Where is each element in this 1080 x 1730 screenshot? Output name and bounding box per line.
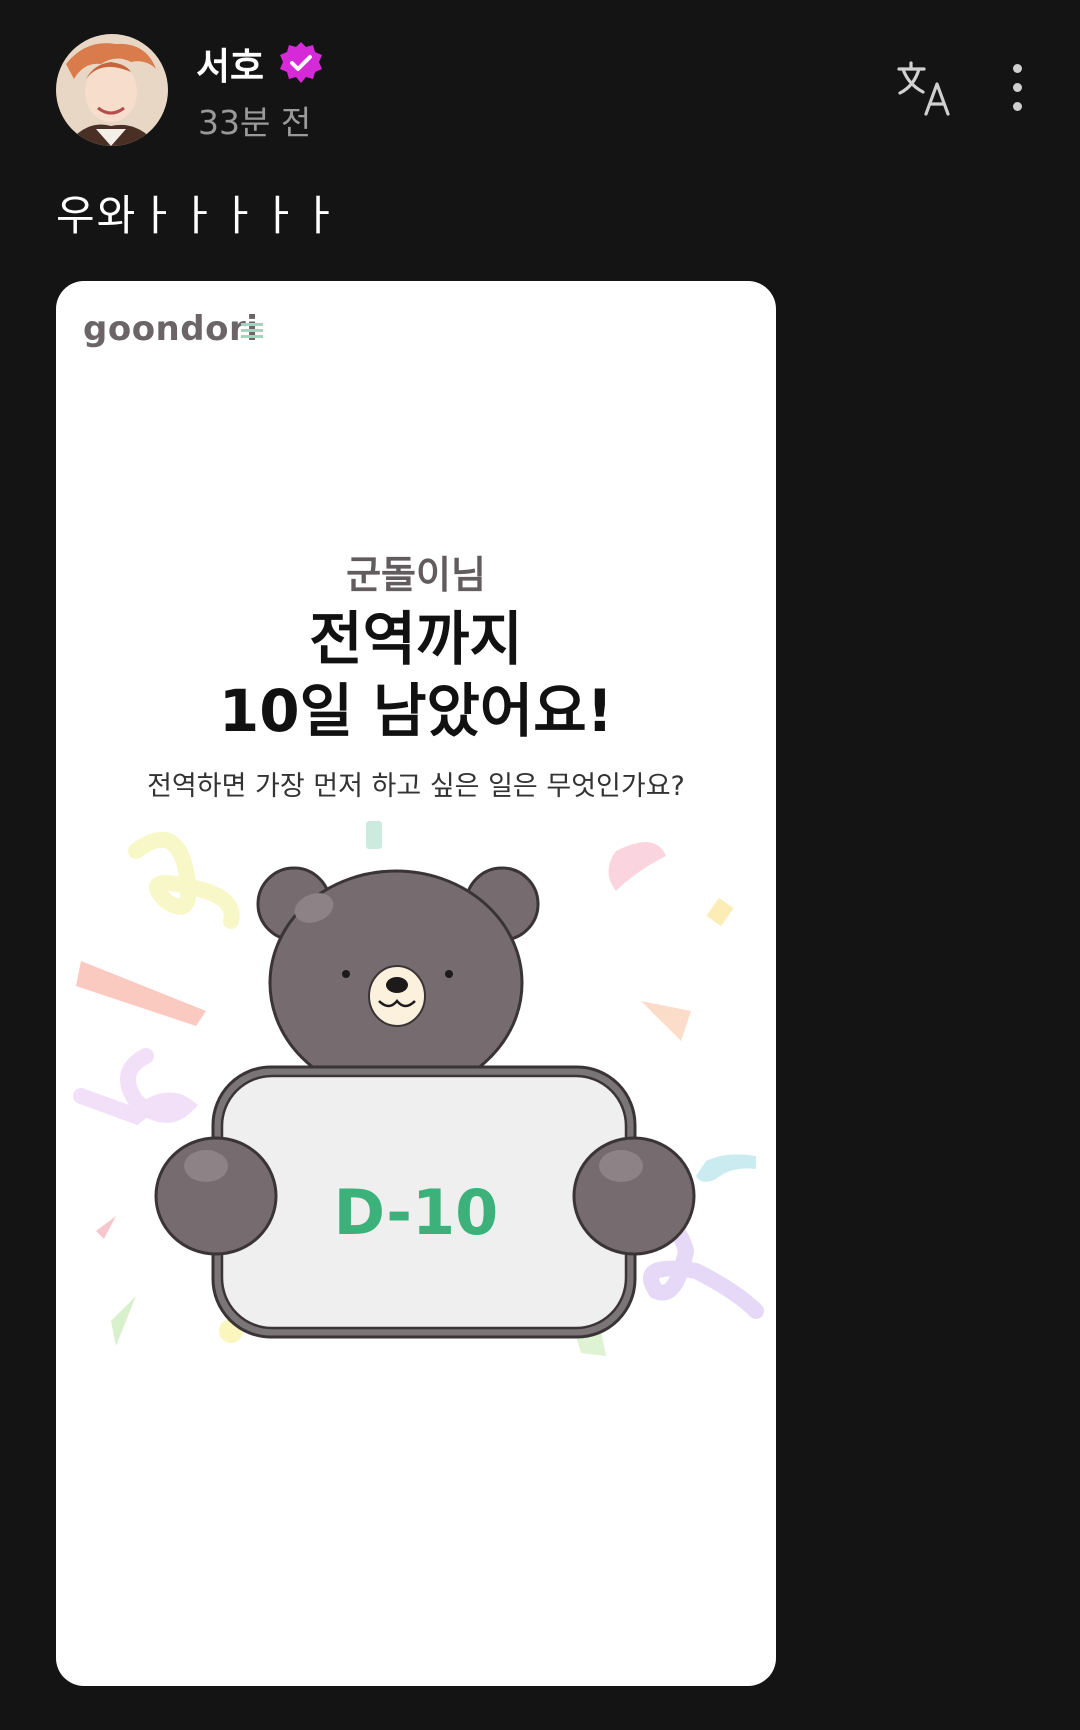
more-dot	[1012, 64, 1022, 73]
headline-line-1: 전역까지	[309, 605, 523, 673]
author-avatar[interactable]	[56, 34, 168, 146]
translate-icon[interactable]	[896, 60, 954, 118]
more-dot	[1012, 83, 1022, 92]
post-image-card[interactable]: goondori 군돌이님 전역까지 10일 남았어요! 전역하면 가장 먼저 …	[56, 281, 776, 1686]
headline: 전역까지 10일 남았어요!	[56, 603, 776, 747]
verified-badge-icon	[280, 42, 323, 83]
logo-lines-icon	[241, 323, 263, 338]
greeting-text: 군돌이님	[346, 553, 486, 597]
post-text: 우와ㅏㅏㅏㅏㅏ	[56, 191, 341, 240]
dday-sign-text: D-10	[333, 1176, 499, 1249]
headline-line-2: 10일 남았어요!	[218, 677, 614, 745]
more-options-button[interactable]	[1002, 64, 1032, 120]
author-name[interactable]: 서호	[196, 36, 264, 90]
goondori-logo: goondori	[83, 309, 259, 349]
post-time: 33분 전	[198, 103, 312, 142]
more-dot	[1012, 102, 1022, 111]
avatar-image	[56, 34, 168, 146]
question-text: 전역하면 가장 먼저 하고 싶은 일은 무엇인가요?	[147, 771, 685, 802]
author-name-row[interactable]: 서호	[196, 36, 324, 90]
